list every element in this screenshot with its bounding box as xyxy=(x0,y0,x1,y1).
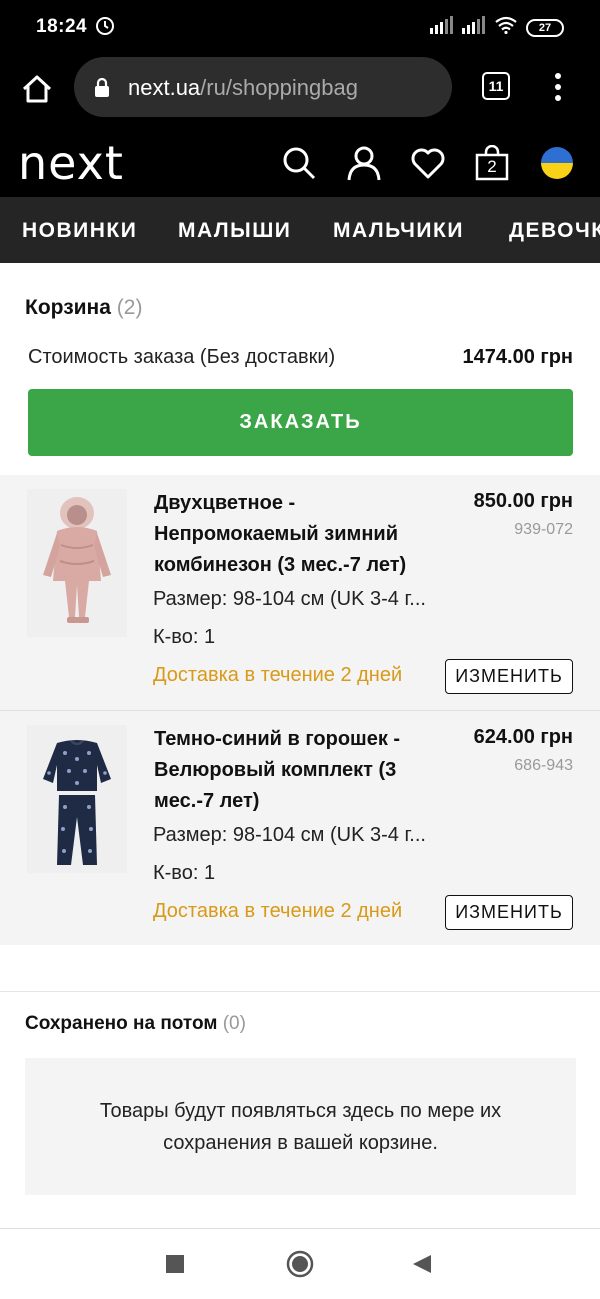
system-nav-bar xyxy=(0,1229,600,1299)
site-header: next 2 xyxy=(0,130,600,197)
tab-switcher-button[interactable]: 11 xyxy=(482,72,510,100)
product-size: Размер: 98-104 см (UK 3-4 г... xyxy=(153,588,426,610)
delivery-info: Доставка в течение 2 дней xyxy=(153,664,403,686)
bag-count: 2 xyxy=(487,157,497,176)
product-quantity: К-во: 1 xyxy=(153,862,216,884)
home-nav-icon[interactable] xyxy=(286,1250,314,1283)
alarm-icon xyxy=(95,16,115,41)
saved-empty-message: Товары будут появляться здесь по мере их… xyxy=(25,1058,576,1195)
recents-icon[interactable] xyxy=(166,1255,184,1278)
back-icon[interactable] xyxy=(412,1254,432,1279)
change-item-button[interactable]: ИЗМЕНИТЬ xyxy=(445,659,573,694)
nav-item-boys[interactable]: МАЛЬЧИКИ xyxy=(333,219,464,243)
url-bar[interactable]: next.ua/ru/shoppingbag xyxy=(74,57,452,117)
shopping-bag-icon[interactable]: 2 xyxy=(474,144,510,181)
change-item-button[interactable]: ИЗМЕНИТЬ xyxy=(445,895,573,930)
product-price: 624.00 грн xyxy=(473,726,573,748)
cart-title: Корзина (2) xyxy=(25,296,142,320)
cart-count: (2) xyxy=(116,296,143,319)
favorites-icon[interactable] xyxy=(410,145,446,181)
status-bar: 18:24 27 xyxy=(0,0,600,56)
nav-item-new[interactable]: НОВИНКИ xyxy=(22,219,137,243)
battery-icon: 27 xyxy=(526,18,564,37)
product-code: 686-943 xyxy=(514,757,573,774)
url-path: /ru/shoppingbag xyxy=(200,75,358,100)
product-code: 939-072 xyxy=(514,521,573,538)
product-price: 850.00 грн xyxy=(473,490,573,512)
search-icon[interactable] xyxy=(281,145,317,181)
nav-item-babies[interactable]: МАЛЫШИ xyxy=(178,219,291,243)
wifi-icon xyxy=(494,16,518,39)
product-image-snowsuit[interactable] xyxy=(27,489,127,637)
section-divider xyxy=(0,991,600,992)
saved-title-text: Сохранено на потом xyxy=(25,1013,218,1034)
order-total-value: 1474.00 грн xyxy=(462,346,573,368)
status-time: 18:24 xyxy=(36,16,88,37)
delivery-info: Доставка в течение 2 дней xyxy=(153,900,403,922)
url-domain: next.ua xyxy=(128,75,201,100)
browser-toolbar: next.ua/ru/shoppingbag 11 xyxy=(0,56,600,130)
browser-menu-icon[interactable] xyxy=(548,70,568,104)
lock-icon xyxy=(94,77,110,103)
signal-icon-2 xyxy=(462,16,486,39)
product-title[interactable]: Темно-синий в горошек - Велюровый компле… xyxy=(154,724,434,817)
cart-item: Темно-синий в горошек - Велюровый компле… xyxy=(0,711,600,945)
saved-for-later-title: Сохранено на потом (0) xyxy=(25,1013,246,1035)
cart-title-text: Корзина xyxy=(25,296,111,319)
product-title[interactable]: Двухцветное - Непромокаемый зимний комби… xyxy=(154,488,434,581)
checkout-button[interactable]: ЗАКАЗАТЬ xyxy=(28,389,573,456)
nav-item-girls[interactable]: ДЕВОЧКИ xyxy=(509,219,600,243)
home-icon[interactable] xyxy=(18,70,56,108)
product-quantity: К-во: 1 xyxy=(153,626,216,648)
cart-item: Двухцветное - Непромокаемый зимний комби… xyxy=(0,475,600,710)
saved-count: (0) xyxy=(222,1013,246,1034)
next-logo[interactable]: next xyxy=(18,136,124,190)
account-icon[interactable] xyxy=(346,145,382,181)
product-size: Размер: 98-104 см (UK 3-4 г... xyxy=(153,824,426,846)
ukraine-flag-icon[interactable] xyxy=(539,145,575,181)
product-image-velour-set[interactable] xyxy=(27,725,127,873)
category-nav: НОВИНКИ МАЛЫШИ МАЛЬЧИКИ ДЕВОЧКИ xyxy=(0,197,600,263)
signal-icon xyxy=(430,16,454,39)
order-total-label: Стоимость заказа (Без доставки) xyxy=(28,346,336,368)
url-text: next.ua/ru/shoppingbag xyxy=(128,75,358,101)
